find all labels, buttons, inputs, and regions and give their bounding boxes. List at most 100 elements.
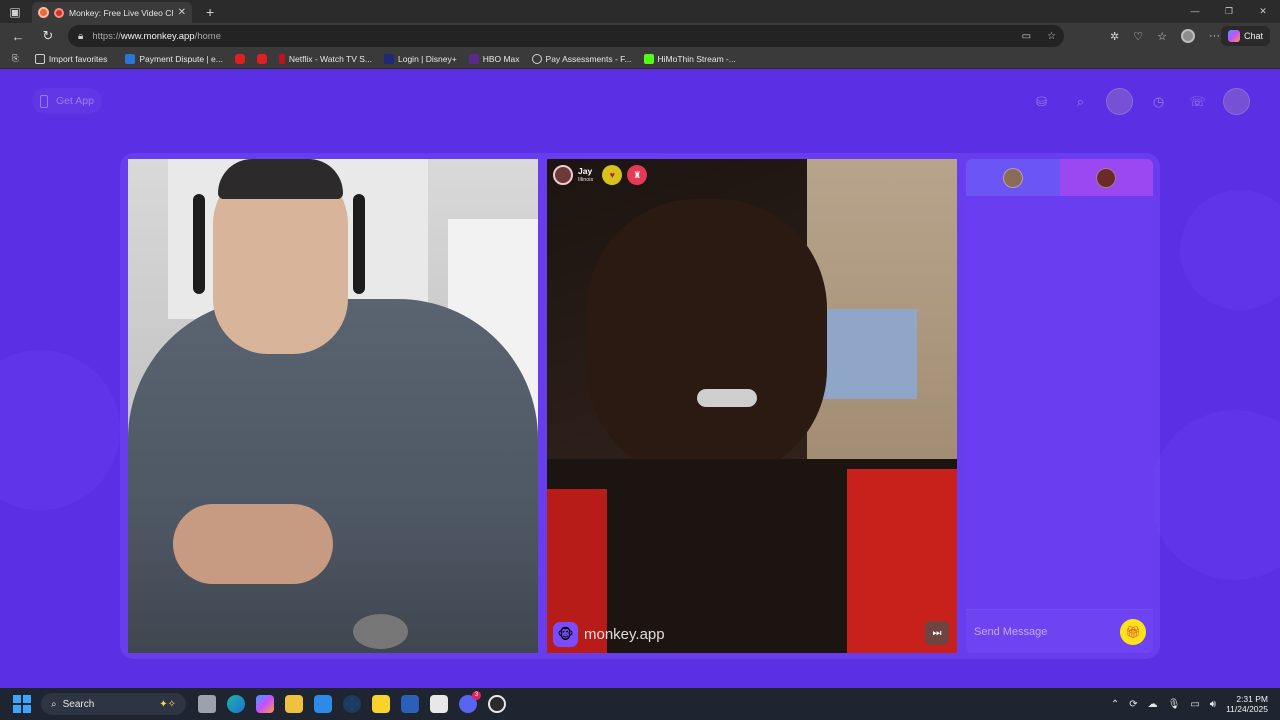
time-text: 2:31 PM: [1236, 693, 1268, 704]
volume-icon[interactable]: 🔊︎: [1210, 699, 1216, 710]
steam-icon[interactable]: [343, 695, 361, 713]
badge-icon[interactable]: ♜: [627, 165, 648, 185]
tab-actions-icon[interactable]: ⎘: [8, 53, 27, 64]
extensions-icon[interactable]: ✲: [1110, 30, 1119, 43]
headphone-left: [193, 194, 205, 294]
background-screen: [817, 309, 917, 399]
messages-icon[interactable]: ☏: [1184, 88, 1211, 115]
favorite-kick[interactable]: HiMoThin Stream -...: [640, 53, 740, 64]
favorite-payment-dispute[interactable]: Payment Dispute | e...: [121, 53, 226, 64]
favorite-import[interactable]: Import favorites: [31, 53, 112, 64]
favorite-star-icon[interactable]: ☆: [1047, 31, 1056, 42]
new-tab-icon[interactable]: +: [206, 4, 214, 20]
payment-icon: [125, 53, 136, 64]
browser-tab[interactable]: Monkey: Free Live Video Chat ✕: [32, 2, 192, 23]
favorite-youtube-2[interactable]: [253, 53, 271, 64]
import-icon: [34, 53, 45, 64]
brand-watermark: 🐵 monkey.app: [553, 622, 665, 647]
get-app-button[interactable]: Get App: [32, 88, 102, 114]
back-icon[interactable]: ←: [3, 29, 33, 44]
edge-icon[interactable]: [227, 695, 245, 713]
close-tab-icon[interactable]: ✕: [178, 7, 186, 18]
search-icon[interactable]: ⌕: [1067, 88, 1094, 115]
remote-video: Jay Illinois ♥ ♜ 🐵 monkey.app ⏭: [547, 159, 957, 653]
kick-icon: [643, 53, 654, 64]
favorite-disney[interactable]: Login | Disney+: [380, 53, 461, 64]
netflix-icon: [278, 53, 285, 64]
favorite-label: Import favorites: [48, 53, 108, 64]
monkey-favicon-icon: [38, 7, 49, 18]
heart-icon[interactable]: ♥: [602, 165, 623, 185]
taskbar-search[interactable]: ⌕ Search ✦✧: [41, 693, 186, 715]
windows-start-icon[interactable]: [13, 695, 31, 713]
video-chat-stage: Jay Illinois ♥ ♜ 🐵 monkey.app ⏭ Send Mes…: [120, 153, 1160, 659]
refresh-icon[interactable]: ↻: [33, 28, 63, 44]
url-field[interactable]: 🔒︎ https:// www.monkey.app /home ▭ ☆: [68, 25, 1064, 47]
clock[interactable]: 2:31 PM 11/24/2025: [1226, 694, 1268, 714]
profile-avatar[interactable]: [1223, 88, 1250, 115]
get-app-label: Get App: [56, 95, 94, 107]
favorite-youtube-1[interactable]: [231, 53, 249, 64]
taskbar-apps: 3: [198, 691, 506, 713]
tab-self[interactable]: [966, 159, 1060, 196]
browser-essentials-icon[interactable]: ♡: [1133, 30, 1143, 43]
cloud-icon[interactable]: ☁: [1148, 699, 1158, 710]
favorite-pay-assessments[interactable]: Pay Assessments - F...: [528, 53, 636, 64]
background-decoration: [1150, 410, 1280, 580]
camera-icon[interactable]: ▭: [1022, 31, 1031, 42]
monkey-logo-icon: 🐵: [553, 622, 578, 647]
copilot-chat-button[interactable]: Chat: [1220, 26, 1270, 46]
history-icon[interactable]: ◷: [1145, 88, 1172, 115]
gift-button[interactable]: 🎁︎: [1120, 618, 1146, 645]
friends-avatar-icon[interactable]: [1106, 88, 1133, 115]
discord-icon[interactable]: 3: [459, 691, 481, 713]
background-decoration: [0, 350, 120, 510]
more-menu-icon[interactable]: ···: [1209, 30, 1220, 42]
tab-peer[interactable]: [1059, 159, 1153, 196]
peer-name: Jay: [578, 166, 593, 176]
peer-avatar[interactable]: [553, 165, 573, 185]
background-decoration: [1180, 190, 1280, 310]
person-smile: [697, 389, 757, 407]
headphone-right: [353, 194, 365, 294]
sticky-notes-icon[interactable]: [372, 695, 390, 713]
sidebar-toggle-icon[interactable]: ▣: [0, 0, 30, 23]
shop-icon[interactable]: ⛁: [1028, 88, 1055, 115]
favorite-label: Netflix - Watch TV S...: [288, 53, 372, 64]
monkey-page: Get App ⛁ ⌕ ◷ ☏ Jay Illinois ♥ ♜ 🐵 monke…: [0, 70, 1280, 688]
close-window-icon[interactable]: ✕: [1246, 0, 1280, 23]
recording-app-icon[interactable]: [488, 695, 506, 713]
local-video: [128, 159, 538, 653]
file-explorer-icon[interactable]: [285, 695, 303, 713]
skip-next-button[interactable]: ⏭: [925, 621, 949, 645]
restore-icon[interactable]: ❐: [1212, 0, 1246, 23]
favorite-label: HiMoThin Stream -...: [657, 53, 736, 64]
phone-icon: [40, 94, 48, 108]
snipping-tool-icon[interactable]: [430, 695, 448, 713]
search-label: Search: [62, 698, 95, 710]
favorite-hbo[interactable]: HBO Max: [465, 53, 524, 64]
task-view-icon[interactable]: [198, 695, 216, 713]
send-message-input[interactable]: [974, 625, 1120, 638]
network-icon[interactable]: ▭: [1190, 699, 1199, 710]
sync-icon[interactable]: ⟳: [1129, 699, 1137, 710]
copilot-icon[interactable]: [256, 695, 274, 713]
favorite-netflix[interactable]: Netflix - Watch TV S...: [275, 53, 376, 64]
chevron-up-icon[interactable]: ⌃: [1111, 699, 1119, 710]
top-nav-icons: ⛁ ⌕ ◷ ☏: [1028, 88, 1250, 115]
microphone-icon[interactable]: 🎙︎: [1168, 699, 1181, 710]
url-host: www.monkey.app: [120, 30, 195, 42]
disney-icon: [384, 53, 394, 64]
store-icon[interactable]: [314, 695, 332, 713]
peer-location: Illinois: [578, 176, 594, 183]
copilot-spark-icon: ✦✧: [159, 698, 176, 710]
profile-avatar[interactable]: [1181, 29, 1195, 43]
chat-panel: 🎁︎: [966, 159, 1153, 653]
address-bar-row: ← ↻ 🔒︎ https:// www.monkey.app /home ▭ ☆…: [0, 23, 1280, 49]
word-icon[interactable]: [401, 695, 419, 713]
peer-info: Jay Illinois ♥ ♜: [553, 165, 648, 185]
date-text: 11/24/2025: [1226, 704, 1268, 714]
favorites-icon[interactable]: ☆: [1157, 30, 1167, 43]
person-hands: [173, 504, 333, 584]
minimize-icon[interactable]: —: [1178, 0, 1212, 23]
